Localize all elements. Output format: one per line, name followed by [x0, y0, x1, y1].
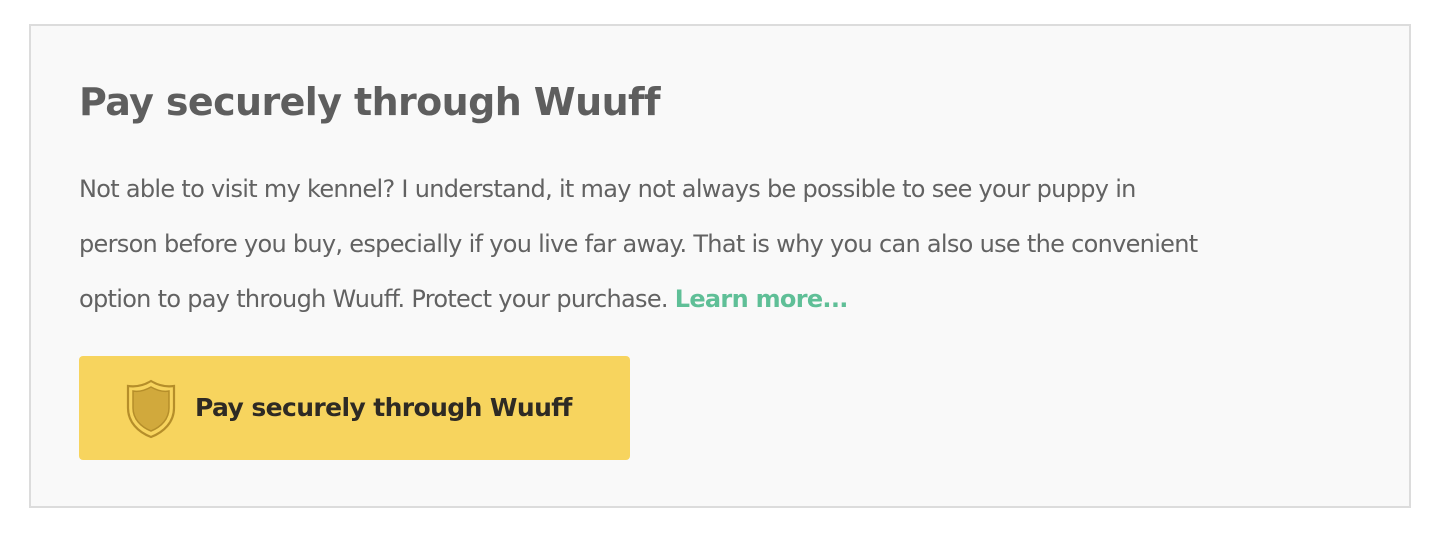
learn-more-link[interactable]: Learn more...: [675, 285, 849, 313]
pay-securely-button[interactable]: Pay securely through Wuuff: [79, 356, 630, 460]
description-line-2: person before you buy, especially if you…: [79, 230, 1198, 258]
description-line-3-text: option to pay through Wuuff. Protect you…: [79, 285, 675, 313]
payment-card: Pay securely through Wuuff Not able to v…: [29, 24, 1411, 508]
card-title: Pay securely through Wuuff: [79, 80, 661, 124]
pay-button-label: Pay securely through Wuuff: [195, 393, 572, 422]
description-line-1: Not able to visit my kennel? I understan…: [79, 175, 1136, 203]
card-description: Not able to visit my kennel? I understan…: [79, 162, 1379, 327]
shield-icon: [126, 379, 176, 439]
description-line-3: option to pay through Wuuff. Protect you…: [79, 272, 1379, 327]
